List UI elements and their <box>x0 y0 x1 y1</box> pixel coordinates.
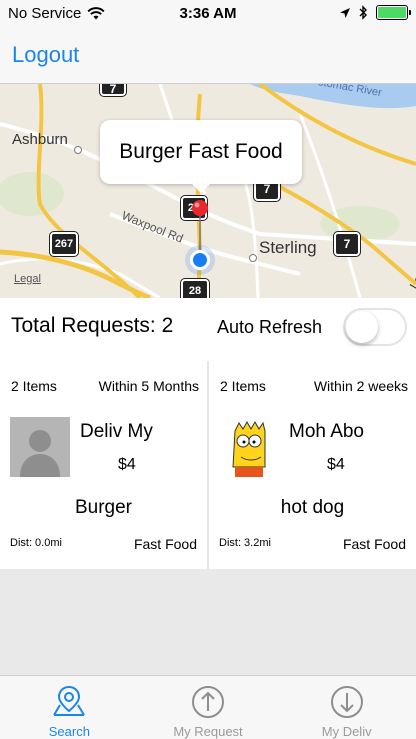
tab-search[interactable]: Search <box>0 676 139 739</box>
distance: Dist: 3.2mi <box>219 537 271 549</box>
item-count: 2 Items <box>11 378 57 394</box>
place-dot-sterling <box>249 254 257 262</box>
empty-area <box>0 569 416 675</box>
place-dot-ashburn <box>74 146 82 154</box>
requester-name: Deliv My <box>80 421 153 442</box>
callout-title: Burger Fast Food <box>119 140 283 163</box>
nav-bar: Logout <box>0 28 416 84</box>
food-name: Burger <box>74 497 133 518</box>
time-window: Within 2 weeks <box>313 378 408 394</box>
location-arrow-icon <box>340 7 350 18</box>
request-card[interactable]: 2 Items Within 5 Months Deliv My $4 Burg… <box>0 361 207 569</box>
tab-label: Search <box>48 724 90 739</box>
map-view[interactable]: Ashburn Sterling Waxpool Rd Potomac Rive… <box>0 84 416 298</box>
summary-bar: Total Requests: 2 Auto Refresh <box>0 298 416 356</box>
request-card[interactable]: 2 Items Within 2 weeks Moh Abo $4 hot do… <box>209 361 416 569</box>
price: $4 <box>118 456 136 473</box>
auto-refresh-label: Auto Refresh <box>217 317 323 337</box>
tab-my-deliv[interactable]: My Deliv <box>277 676 416 739</box>
auto-refresh-toggle[interactable] <box>343 308 407 346</box>
request-list: 2 Items Within 5 Months Deliv My $4 Burg… <box>0 361 416 569</box>
bluetooth-icon <box>359 5 367 20</box>
route-shield-7: 7 <box>333 231 361 257</box>
map-pin-icon <box>53 685 86 716</box>
route-shield-267: 267 <box>49 231 79 257</box>
arrow-down-circle-icon <box>330 686 363 718</box>
avatar <box>10 417 70 477</box>
toggle-knob <box>346 311 378 343</box>
arrow-up-circle-icon <box>192 686 224 718</box>
place-label-sterling: Sterling <box>259 238 317 257</box>
map-callout[interactable]: Burger Fast Food <box>100 120 302 193</box>
category: Fast Food <box>133 536 197 552</box>
tab-my-request[interactable]: My Request <box>139 676 278 739</box>
tab-label: My Deliv <box>321 724 372 739</box>
status-bar: No Service 3:36 AM <box>0 0 416 28</box>
battery-icon <box>376 5 411 20</box>
time-window: Within 5 Months <box>98 378 199 394</box>
cartoon-character-avatar-icon <box>219 417 279 477</box>
map-legal-link[interactable]: Legal <box>14 273 41 285</box>
item-count: 2 Items <box>220 378 266 394</box>
default-person-avatar-icon <box>10 417 70 477</box>
distance: Dist: 0.0mi <box>10 537 62 549</box>
requester-name: Moh Abo <box>289 421 364 442</box>
category: Fast Food <box>342 536 406 552</box>
place-label-ashburn: Ashburn <box>12 131 68 148</box>
tab-bar: Search My Request My Deliv <box>0 675 416 739</box>
total-requests-label: Total Requests: 2 <box>11 314 174 337</box>
route-shield-7-c: 7 <box>99 84 127 97</box>
current-location-core <box>190 250 210 270</box>
price: $4 <box>327 456 345 473</box>
avatar <box>219 417 279 477</box>
status-right <box>339 5 411 20</box>
tab-label: My Request <box>173 724 243 739</box>
route-shield-28: 28 <box>180 278 210 298</box>
logout-button[interactable]: Logout <box>12 42 79 68</box>
food-name: hot dog <box>280 497 345 518</box>
